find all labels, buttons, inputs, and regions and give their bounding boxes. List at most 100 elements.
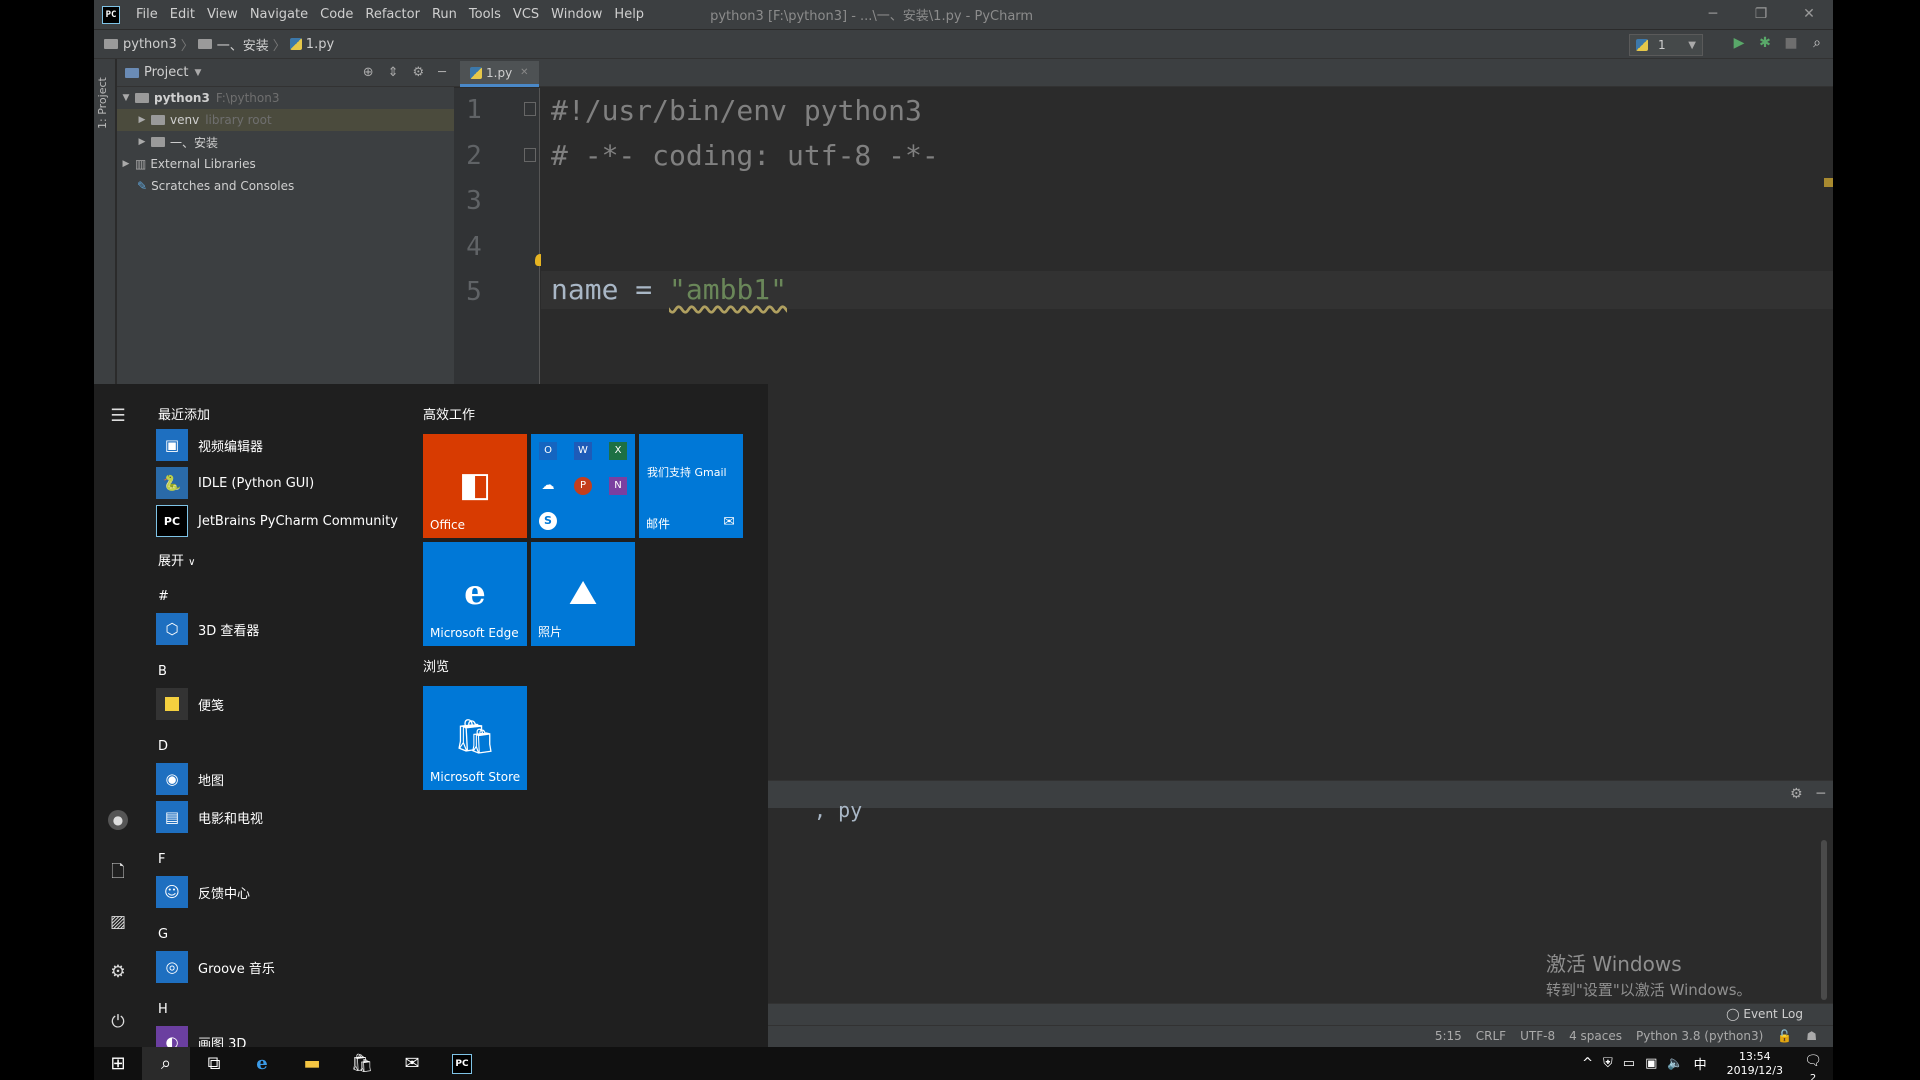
app-paint-3d[interactable]: ◐ 画图 3D bbox=[156, 1025, 246, 1047]
letter-header-g[interactable]: G bbox=[158, 927, 168, 942]
close-icon[interactable]: ✕ bbox=[1785, 0, 1833, 29]
tile-photos[interactable]: ⛰ 照片 bbox=[531, 542, 635, 646]
locate-icon[interactable]: ⊕ bbox=[363, 65, 374, 80]
breadcrumb-project[interactable]: python3 bbox=[123, 37, 177, 52]
app-groove-music[interactable]: ◎ Groove 音乐 bbox=[156, 950, 275, 984]
ime-indicator[interactable]: 中 bbox=[1694, 1054, 1707, 1073]
indent-setting[interactable]: 4 spaces bbox=[1569, 1029, 1622, 1043]
hide-icon[interactable]: ─ bbox=[1817, 786, 1825, 802]
debug-icon[interactable]: ✱ bbox=[1757, 35, 1773, 51]
menu-tools[interactable]: Tools bbox=[469, 7, 501, 22]
menu-refactor[interactable]: Refactor bbox=[365, 7, 420, 22]
menu-window[interactable]: Window bbox=[551, 7, 602, 22]
windows-start-button[interactable]: ⊞ bbox=[94, 1047, 142, 1080]
chevron-down-icon[interactable]: ▼ bbox=[194, 68, 201, 78]
collapsed-arrow-icon[interactable]: ▶ bbox=[119, 159, 133, 169]
menu-help[interactable]: Help bbox=[614, 7, 644, 22]
expand-link[interactable]: 展开 ∨ bbox=[158, 550, 195, 569]
fold-marker-icon[interactable] bbox=[524, 148, 536, 162]
tree-item-python3[interactable]: ▼ python3 F:\python3 bbox=[117, 87, 454, 109]
file-encoding[interactable]: UTF-8 bbox=[1520, 1029, 1555, 1043]
tree-item-scratches[interactable]: ✎ Scratches and Consoles bbox=[117, 175, 454, 197]
letter-header-h[interactable]: H bbox=[158, 1002, 168, 1017]
taskbar-file-explorer[interactable]: ▬ bbox=[288, 1047, 336, 1080]
hamburger-menu-icon[interactable]: ☰ bbox=[106, 404, 130, 428]
app-pycharm[interactable]: PC JetBrains PyCharm Community E... bbox=[156, 504, 402, 538]
project-view-select[interactable]: Project bbox=[144, 65, 188, 80]
app-3d-viewer[interactable]: ⬡ 3D 查看器 bbox=[156, 612, 259, 646]
tree-item-venv[interactable]: ▶ venv library root bbox=[117, 109, 454, 131]
power-icon[interactable]: ⏻ bbox=[106, 1010, 130, 1034]
breadcrumb-file[interactable]: 1.py bbox=[306, 37, 334, 52]
event-log-button[interactable]: ◯ Event Log bbox=[1726, 1007, 1803, 1021]
search-button[interactable]: ⌕ bbox=[142, 1047, 190, 1080]
minimize-icon[interactable]: ─ bbox=[1689, 0, 1737, 29]
lock-icon[interactable]: 🔓 bbox=[1777, 1029, 1792, 1043]
task-view-button[interactable]: ⧉ bbox=[190, 1047, 238, 1080]
tile-office-apps-folder[interactable]: O W X ☁ P N S bbox=[531, 434, 635, 538]
breadcrumb-folder[interactable]: 一、安装 bbox=[217, 35, 269, 54]
collapsed-arrow-icon[interactable]: ▶ bbox=[135, 115, 149, 125]
user-avatar-icon[interactable]: ● bbox=[108, 810, 128, 830]
project-tool-button[interactable]: 1: Project bbox=[96, 77, 109, 129]
notifications-icon[interactable]: ☗ bbox=[1806, 1029, 1817, 1043]
run-configuration-select[interactable]: 1 ▼ bbox=[1629, 34, 1703, 56]
line-separator[interactable]: CRLF bbox=[1476, 1029, 1506, 1043]
show-hidden-icons-icon[interactable]: ^ bbox=[1582, 1056, 1593, 1071]
letter-header-b[interactable]: B bbox=[158, 664, 167, 679]
taskbar-pycharm[interactable]: PC bbox=[438, 1047, 486, 1080]
app-movies-tv[interactable]: ▤ 电影和电视 bbox=[156, 800, 263, 834]
tree-item-external-libraries[interactable]: ▶ ▥ External Libraries bbox=[117, 153, 454, 175]
error-stripe-marker[interactable] bbox=[1824, 178, 1833, 187]
tile-office[interactable]: ◧ Office bbox=[423, 434, 527, 538]
menu-file[interactable]: File bbox=[136, 7, 158, 22]
clock[interactable]: 13:54 2019/12/3 bbox=[1727, 1050, 1783, 1078]
volume-icon[interactable]: 🔈 bbox=[1667, 1056, 1683, 1071]
security-icon[interactable]: ⛨ bbox=[1603, 1056, 1613, 1071]
app-maps[interactable]: ◉ 地图 bbox=[156, 762, 224, 796]
run-icon[interactable]: ▶ bbox=[1731, 35, 1747, 51]
menu-navigate[interactable]: Navigate bbox=[250, 7, 308, 22]
menu-run[interactable]: Run bbox=[432, 7, 457, 22]
tile-microsoft-edge[interactable]: e Microsoft Edge bbox=[423, 542, 527, 646]
collapsed-arrow-icon[interactable]: ▶ bbox=[135, 137, 149, 147]
letter-header-f[interactable]: F bbox=[158, 852, 165, 867]
restore-icon[interactable]: ❐ bbox=[1737, 0, 1785, 29]
tile-microsoft-store[interactable]: 🛍 Microsoft Store bbox=[423, 686, 527, 790]
caret-position[interactable]: 5:15 bbox=[1435, 1029, 1462, 1043]
letter-header-hash[interactable]: # bbox=[158, 589, 169, 604]
gear-icon[interactable]: ⚙ bbox=[413, 65, 425, 80]
code-editor[interactable]: #!/usr/bin/env python3 # -*- coding: utf… bbox=[541, 88, 1833, 388]
console-scrollbar[interactable] bbox=[1821, 840, 1827, 1000]
settings-gear-icon[interactable]: ⚙ bbox=[106, 960, 130, 984]
taskbar-store[interactable]: 🛍 bbox=[338, 1047, 386, 1080]
action-center-button[interactable]: 🗨2 bbox=[1801, 1053, 1825, 1080]
stop-icon[interactable]: ■ bbox=[1783, 35, 1799, 51]
tab-1-py[interactable]: 1.py ✕ bbox=[460, 61, 539, 87]
app-video-editor[interactable]: ▣ 视频编辑器 bbox=[156, 428, 263, 462]
expanded-arrow-icon[interactable]: ▼ bbox=[119, 93, 133, 103]
pictures-icon[interactable]: ▨ bbox=[106, 910, 130, 934]
network-icon[interactable]: ▣ bbox=[1645, 1056, 1657, 1071]
app-idle[interactable]: 🐍 IDLE (Python GUI) bbox=[156, 466, 314, 500]
menu-vcs[interactable]: VCS bbox=[513, 7, 539, 22]
menu-code[interactable]: Code bbox=[320, 7, 353, 22]
tile-mail[interactable]: 我们支持 Gmail 邮件 ✉ bbox=[639, 434, 743, 538]
collapse-all-icon[interactable]: ⇕ bbox=[388, 65, 399, 80]
letter-header-d[interactable]: D bbox=[158, 739, 168, 754]
menu-view[interactable]: View bbox=[207, 7, 238, 22]
documents-icon[interactable]: 🗋 bbox=[106, 860, 130, 884]
search-icon[interactable]: ⌕ bbox=[1809, 35, 1825, 51]
hide-icon[interactable]: ─ bbox=[438, 65, 446, 80]
battery-icon[interactable]: ▭ bbox=[1623, 1056, 1635, 1071]
app-feedback-hub[interactable]: ☺ 反馈中心 bbox=[156, 875, 250, 909]
gear-icon[interactable]: ⚙ bbox=[1790, 786, 1803, 802]
tree-item-install[interactable]: ▶ 一、安装 bbox=[117, 131, 454, 153]
taskbar-edge[interactable]: e bbox=[238, 1047, 286, 1080]
close-tab-icon[interactable]: ✕ bbox=[520, 67, 528, 78]
fold-marker-icon[interactable] bbox=[524, 102, 536, 116]
menu-edit[interactable]: Edit bbox=[170, 7, 195, 22]
interpreter-setting[interactable]: Python 3.8 (python3) bbox=[1636, 1029, 1763, 1043]
app-sticky-notes[interactable]: 便笺 bbox=[156, 687, 224, 721]
taskbar-mail[interactable]: ✉ bbox=[388, 1047, 436, 1080]
